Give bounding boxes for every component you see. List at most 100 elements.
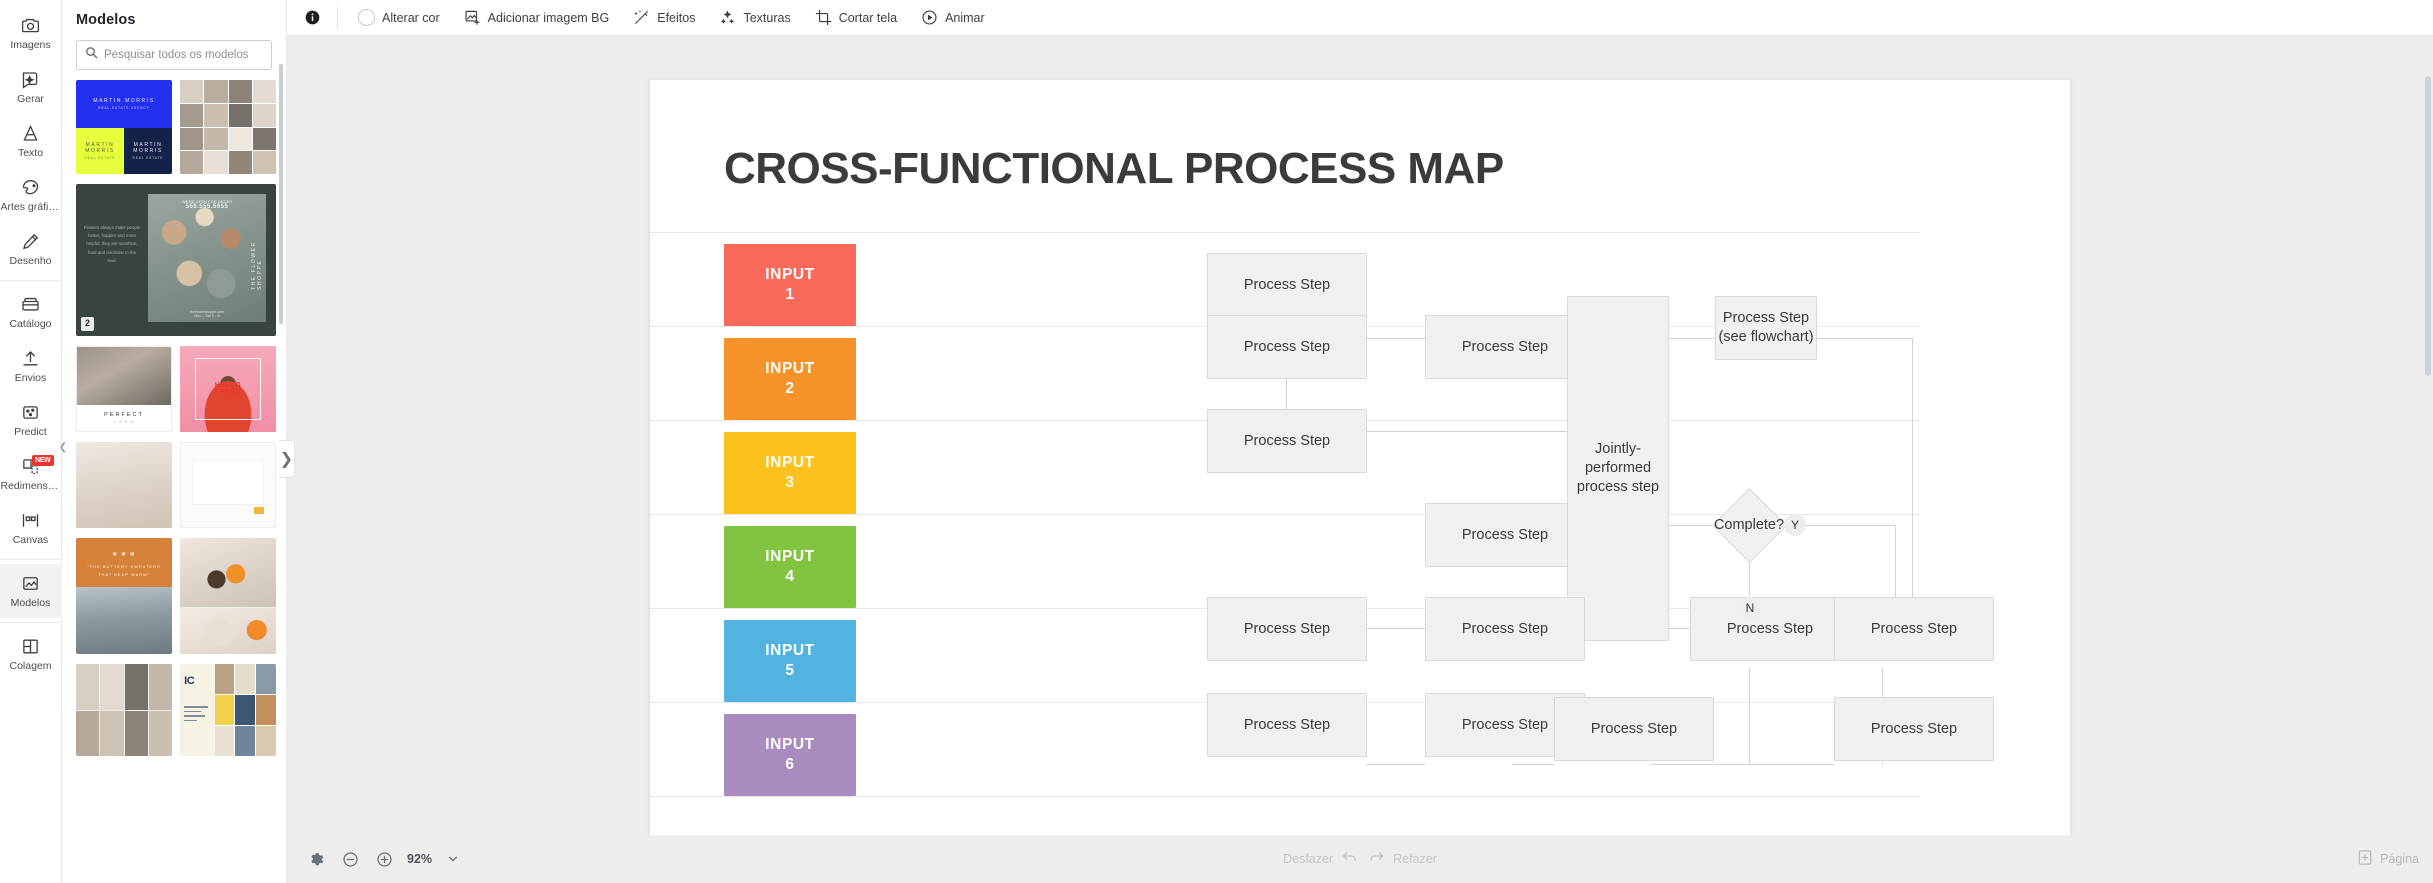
template-thumbnail[interactable]	[76, 664, 172, 756]
sidebar-item-modelos[interactable]: Modelos	[0, 564, 62, 618]
canvas-viewport[interactable]: CROSS-FUNCTIONAL PROCESS MAP INPUT 1 INPUT…	[287, 36, 2433, 835]
sidebar-item-envios[interactable]: Envios	[0, 339, 62, 393]
process-step-label: Process Step	[1243, 432, 1331, 449]
process-step-node[interactable]: Process Step	[1207, 693, 1367, 757]
thumbnail-cell	[204, 103, 228, 127]
template-thumbnail[interactable]	[180, 80, 276, 174]
zoom-out-icon[interactable]	[335, 844, 365, 874]
connector-line	[1366, 431, 1567, 432]
process-step-node[interactable]: Process Step	[1554, 697, 1714, 761]
swimlane-header-4[interactable]: INPUT 4	[724, 526, 856, 608]
process-step-label: Process Step	[1870, 620, 1958, 637]
process-step-node[interactable]: Process Step	[1425, 315, 1585, 379]
sidebar-item-predict[interactable]: Predict	[0, 393, 62, 447]
toolbar-item-label: Alterar cor	[382, 10, 440, 25]
thumbnail-cell	[204, 127, 228, 151]
info-icon[interactable]	[295, 1, 329, 35]
process-step-node[interactable]: Process Step	[1834, 697, 1994, 761]
template-thumbnail[interactable]	[76, 442, 172, 528]
toolbar-alterar-cor-button[interactable]: Alterar cor	[346, 4, 452, 31]
process-step-node[interactable]: Process Step	[1834, 597, 1994, 661]
add-page-label: Página	[2380, 852, 2419, 866]
process-step-label: Process Step	[1243, 716, 1331, 733]
rail-collapse-handle[interactable]: ❮	[56, 430, 70, 464]
chevron-down-icon[interactable]	[438, 844, 468, 874]
toolbar-animar-button[interactable]: Animar	[909, 4, 997, 31]
app-root: Imagens Gerar Texto Artes gráfic... Desenho C…	[0, 0, 2433, 883]
toolbar-texturas-button[interactable]: Texturas	[707, 4, 802, 31]
sidebar-item-colagem[interactable]: Colagem	[0, 627, 62, 681]
context-toolbar: Alterar cor Adicionar imagem BG Efeitos Tex…	[287, 0, 2433, 36]
template-thumbnail[interactable]	[180, 538, 276, 654]
swimlane-header-3[interactable]: INPUT 3	[724, 432, 856, 514]
sidebar-item-canvas[interactable]: Canvas	[0, 501, 62, 555]
template-thumbnail[interactable]: PERFECT L O O K	[76, 346, 172, 432]
swimlane-header-2[interactable]: INPUT 2	[724, 338, 856, 420]
sidebar-item-texto[interactable]: Texto	[0, 114, 62, 168]
zoom-in-icon[interactable]	[369, 844, 399, 874]
sidebar-item-label: Redimensio...	[0, 480, 61, 492]
joint-process-node[interactable]: Jointly-performed process step	[1567, 296, 1669, 641]
sidebar-item-artes-gr-fic[interactable]: Artes gráfic...	[0, 168, 62, 222]
template-thumbnail[interactable]: HELLO FRESH	[180, 346, 276, 432]
toolbar-efeitos-button[interactable]: Efeitos	[621, 4, 707, 31]
search-box[interactable]	[76, 40, 272, 70]
process-step-node[interactable]: Process Step	[1207, 253, 1367, 317]
thumbnail-row: Flowers always make people better, happi…	[76, 184, 276, 336]
zoom-level-label[interactable]: 92%	[407, 852, 432, 866]
sidebar-item-redimensio[interactable]: Redimensio... NEW	[0, 447, 62, 501]
undo-button[interactable]: Desfazer	[1283, 850, 1358, 868]
design-page[interactable]: CROSS-FUNCTIONAL PROCESS MAP INPUT 1 INPUT…	[650, 80, 2070, 835]
redo-button[interactable]: Refazer	[1368, 850, 1437, 868]
toolbar-item-label: Efeitos	[657, 10, 696, 25]
thumbnail-cell	[256, 726, 276, 756]
template-thumbnail[interactable]: MARTIN MORRIS REAL ESTATE AGENCY MARTIN M…	[76, 80, 172, 174]
process-map-diagram: CROSS-FUNCTIONAL PROCESS MAP INPUT 1 INPUT…	[650, 80, 2070, 835]
add-page-button[interactable]: Página	[2357, 849, 2419, 869]
gear-icon[interactable]	[301, 844, 331, 874]
template-thumbnail[interactable]: IC	[180, 664, 276, 756]
template-thumbnail[interactable]: Flowers always make people better, happi…	[76, 184, 276, 336]
text-icon	[20, 123, 42, 145]
connector-line	[1912, 338, 1913, 628]
toolbar-items: Alterar cor Adicionar imagem BG Efeitos Tex…	[346, 4, 997, 31]
swimlane-number: 4	[785, 568, 795, 585]
toolbar-item-label: Adicionar imagem BG	[487, 10, 610, 25]
sidebar-item-desenho[interactable]: Desenho	[0, 222, 62, 276]
search-input[interactable]	[104, 49, 263, 61]
decision-node[interactable]	[1711, 487, 1787, 563]
swimlane-number: 6	[785, 756, 795, 773]
undo-label: Desfazer	[1283, 852, 1334, 866]
sidebar-item-label: Gerar	[17, 93, 44, 105]
process-step-node[interactable]: Process Step	[1207, 597, 1367, 661]
process-step-node[interactable]: Process Step	[1425, 503, 1585, 567]
process-step-label: Process Step (see flowchart)	[1718, 310, 1814, 345]
thumbnail-cell	[100, 710, 124, 756]
panel-expand-handle[interactable]: ❯	[279, 440, 295, 478]
process-step-node[interactable]: Process Step	[1425, 597, 1585, 661]
sidebar-item-cat-logo[interactable]: Catálogo	[0, 285, 62, 339]
swimlane-header-5[interactable]: INPUT 5	[724, 620, 856, 702]
template-thumbnail[interactable]	[180, 442, 276, 528]
diagram-title: CROSS-FUNCTIONAL PROCESS MAP	[724, 144, 1504, 193]
sidebar-item-imagens[interactable]: Imagens	[0, 6, 62, 60]
connector-line	[1817, 338, 1912, 339]
swimlane-header-6[interactable]: INPUT 6	[724, 714, 856, 796]
templates-grid[interactable]: MARTIN MORRIS REAL ESTATE AGENCY MARTIN M…	[62, 80, 286, 883]
thumbnail-page-badge: 2	[81, 317, 95, 331]
toolbar-adicionar-imagem-bg-button[interactable]: Adicionar imagem BG	[452, 4, 622, 31]
sidebar-item-gerar[interactable]: Gerar	[0, 60, 62, 114]
new-badge: NEW	[32, 455, 54, 466]
toolbar-cortar-tela-button[interactable]: Cortar tela	[803, 4, 909, 31]
panel-scrollbar[interactable]	[279, 64, 283, 324]
process-step-node[interactable]: Process Step (see flowchart)	[1715, 296, 1817, 360]
connector-line	[1366, 628, 1425, 629]
catalog-icon	[20, 294, 42, 316]
canvas-vertical-scrollbar[interactable]	[2425, 76, 2431, 376]
process-step-node[interactable]: Process Step	[1207, 409, 1367, 473]
swimlane-header-1[interactable]: INPUT 1	[724, 244, 856, 326]
template-thumbnail[interactable]: ❄ ❄ ❄ "THE BUTTERY SWEATERS THAT KEEP WAR…	[76, 538, 172, 654]
process-step-node[interactable]: Process Step	[1207, 315, 1367, 379]
process-step-node[interactable]: Process Step	[1690, 597, 1850, 661]
collage-icon	[20, 636, 42, 658]
